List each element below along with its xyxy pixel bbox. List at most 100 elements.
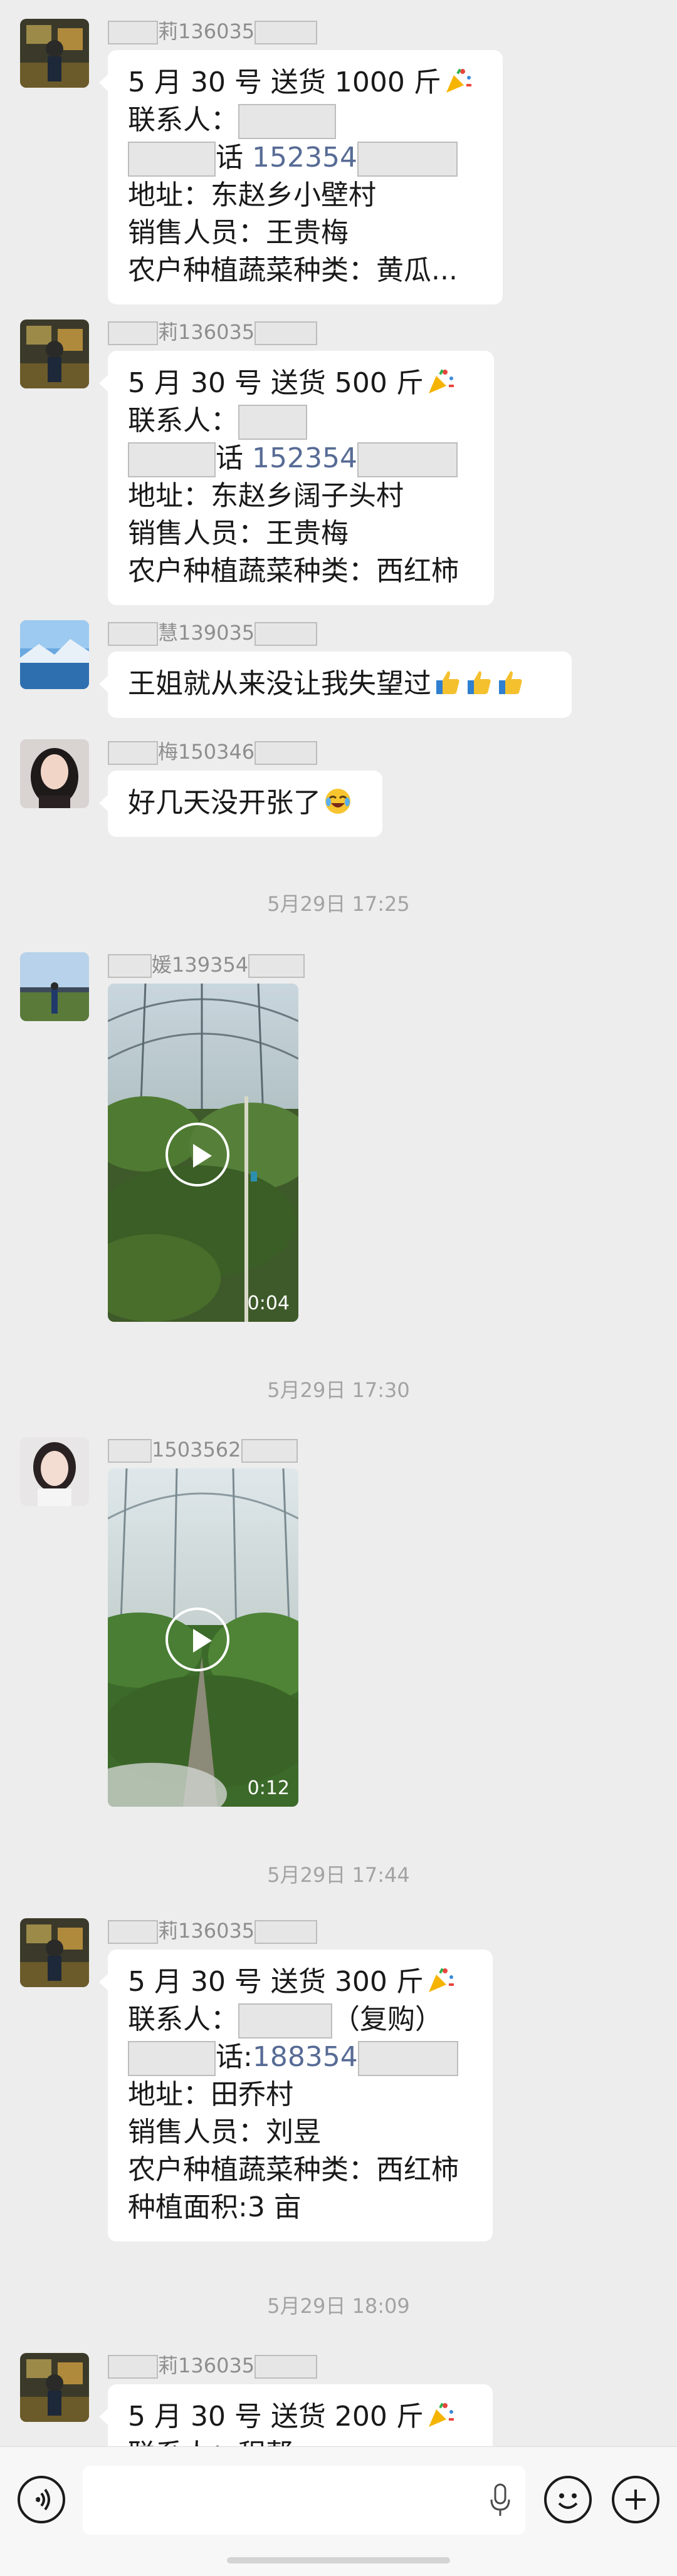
- message-line: 王姐就从来没让我失望过: [128, 665, 552, 703]
- message-bubble[interactable]: 5 月 30 号 送货 500 斤 联系人： 话 152354 地址：东赵乡阔子…: [99, 351, 494, 605]
- play-icon[interactable]: [165, 1123, 229, 1187]
- phone-link[interactable]: 152354: [252, 442, 357, 474]
- message-line: 农户种植蔬菜种类：黄瓜...: [128, 254, 458, 286]
- redacted-block: [255, 321, 318, 345]
- message-line: 销售人员：王贵梅: [128, 517, 349, 549]
- sender-name: 莉136035: [108, 19, 318, 44]
- sender-name: 1503562: [108, 1437, 298, 1463]
- message-bubble[interactable]: 王姐就从来没让我失望过: [99, 652, 572, 718]
- avatar[interactable]: [20, 319, 89, 388]
- mic-icon[interactable]: [488, 2482, 513, 2520]
- input-bar: [0, 2446, 677, 2576]
- redacted-block: [108, 1439, 152, 1463]
- message-line: 地址：田乔村: [128, 2079, 293, 2111]
- sender-name: 梅150346: [108, 739, 318, 765]
- message-line: 话:188354: [128, 2038, 473, 2076]
- sender-name: 莉136035: [108, 2353, 318, 2379]
- message-input[interactable]: [83, 2466, 525, 2535]
- redacted-block: [108, 622, 158, 646]
- message-line: 联系人： （复购）: [128, 2001, 473, 2038]
- message-line: 销售人员：王贵梅: [128, 217, 349, 249]
- message-bubble[interactable]: 5 月 30 号 送货 200 斤 联系人：程帮: [99, 2384, 493, 2446]
- plus-icon[interactable]: [612, 2476, 659, 2523]
- timestamp: 5月29日 17:30: [267, 1378, 410, 1402]
- message-line: 好几天没开张了: [128, 784, 362, 822]
- redacted-block: [238, 2003, 332, 2038]
- redacted-block: [108, 2355, 158, 2379]
- message-line: 联系人：: [128, 101, 483, 139]
- party-popper-icon: [426, 367, 455, 396]
- redacted-block: [357, 142, 458, 177]
- message-bubble[interactable]: 好几天没开张了: [99, 771, 382, 837]
- message: 莉136035 5 月 30 号 送货 200 斤 联系人：程帮: [0, 2353, 677, 2446]
- timestamp: 5月29日 17:25: [267, 892, 410, 916]
- message-line: 种植面积:3 亩: [128, 2191, 302, 2223]
- sender-name: 媛139354: [108, 952, 305, 978]
- crying-laughing-icon: [323, 787, 352, 816]
- message-line: 话 152354: [128, 139, 483, 177]
- redacted-block: [128, 142, 216, 177]
- timestamp: 5月29日 18:09: [267, 2294, 410, 2318]
- message-line: 5 月 30 号 送货 1000 斤: [128, 64, 483, 101]
- party-popper-icon: [444, 66, 473, 95]
- redacted-block: [255, 2355, 318, 2379]
- avatar[interactable]: [20, 1918, 89, 1987]
- chat-area[interactable]: 莉136035 5 月 30 号 送货 1000 斤 联系人： 话 152354…: [0, 0, 677, 2446]
- video-message[interactable]: 0:04: [108, 984, 298, 1322]
- redacted-block: [255, 21, 318, 44]
- avatar[interactable]: [20, 620, 89, 689]
- message-line: 地址：东赵乡阔子头村: [128, 480, 404, 512]
- redacted-block: [238, 104, 336, 139]
- message-text: 5 月 30 号 送货 200 斤: [128, 2401, 424, 2433]
- thumbs-up-icon: [431, 668, 525, 700]
- sender-name: 慧139035: [108, 620, 318, 646]
- avatar[interactable]: [20, 739, 89, 808]
- message-line: 销售人员：刘昱: [128, 2116, 321, 2148]
- voice-icon[interactable]: [18, 2476, 65, 2523]
- avatar[interactable]: [20, 19, 89, 88]
- play-icon[interactable]: [165, 1607, 229, 1671]
- message-line: 话 152354: [128, 440, 474, 477]
- video-duration: 0:12: [247, 1777, 290, 1799]
- avatar[interactable]: [20, 1437, 89, 1506]
- message-line: 农户种植蔬菜种类：西红柿: [128, 2154, 459, 2186]
- message-line: 5 月 30 号 送货 300 斤: [128, 1963, 473, 2001]
- redacted-block: [248, 954, 305, 978]
- message-bubble[interactable]: 5 月 30 号 送货 300 斤 联系人： （复购） 话:188354 地址：田…: [99, 1950, 493, 2241]
- party-popper-icon: [426, 2401, 455, 2429]
- message-text: 5 月 30 号 送货 1000 斤: [128, 66, 441, 98]
- redacted-block: [128, 2041, 216, 2076]
- sender-name: 莉136035: [108, 1918, 318, 1944]
- video-duration: 0:04: [247, 1292, 290, 1314]
- redacted-block: [128, 442, 216, 477]
- redacted-block: [255, 1920, 318, 1944]
- message-text: 5 月 30 号 送货 500 斤: [128, 367, 424, 399]
- message-line: 联系人：: [128, 402, 474, 440]
- timestamp: 5月29日 17:44: [267, 1863, 410, 1887]
- redacted-block: [357, 442, 458, 477]
- message-text: 好几天没开张了: [128, 787, 321, 819]
- phone-link[interactable]: 152354: [252, 142, 357, 174]
- video-message[interactable]: 0:12: [108, 1468, 298, 1807]
- avatar[interactable]: [20, 2353, 89, 2422]
- message-bubble[interactable]: 5 月 30 号 送货 1000 斤 联系人： 话 152354 地址：东赵乡小…: [99, 50, 503, 304]
- message-line: 地址：东赵乡小壁村: [128, 179, 376, 211]
- sender-name: 莉136035: [108, 319, 318, 345]
- redacted-block: [255, 741, 318, 765]
- message-line: 5 月 30 号 送货 500 斤: [128, 365, 474, 402]
- message-text: 5 月 30 号 送货 300 斤: [128, 1966, 424, 1998]
- message-text: 王姐就从来没让我失望过: [128, 668, 431, 700]
- party-popper-icon: [426, 1966, 455, 1995]
- message-line: 5 月 30 号 送货 200 斤: [128, 2398, 473, 2436]
- redacted-block: [108, 741, 158, 765]
- avatar[interactable]: [20, 952, 89, 1021]
- home-indicator: [227, 2557, 450, 2563]
- smiley-icon[interactable]: [544, 2476, 592, 2523]
- message-line: 农户种植蔬菜种类：西红柿: [128, 555, 459, 587]
- phone-link[interactable]: 188354: [253, 2041, 358, 2073]
- redacted-block: [108, 954, 152, 978]
- redacted-block: [108, 321, 158, 345]
- redacted-block: [357, 2041, 458, 2076]
- redacted-block: [108, 21, 158, 44]
- redacted-block: [255, 622, 318, 646]
